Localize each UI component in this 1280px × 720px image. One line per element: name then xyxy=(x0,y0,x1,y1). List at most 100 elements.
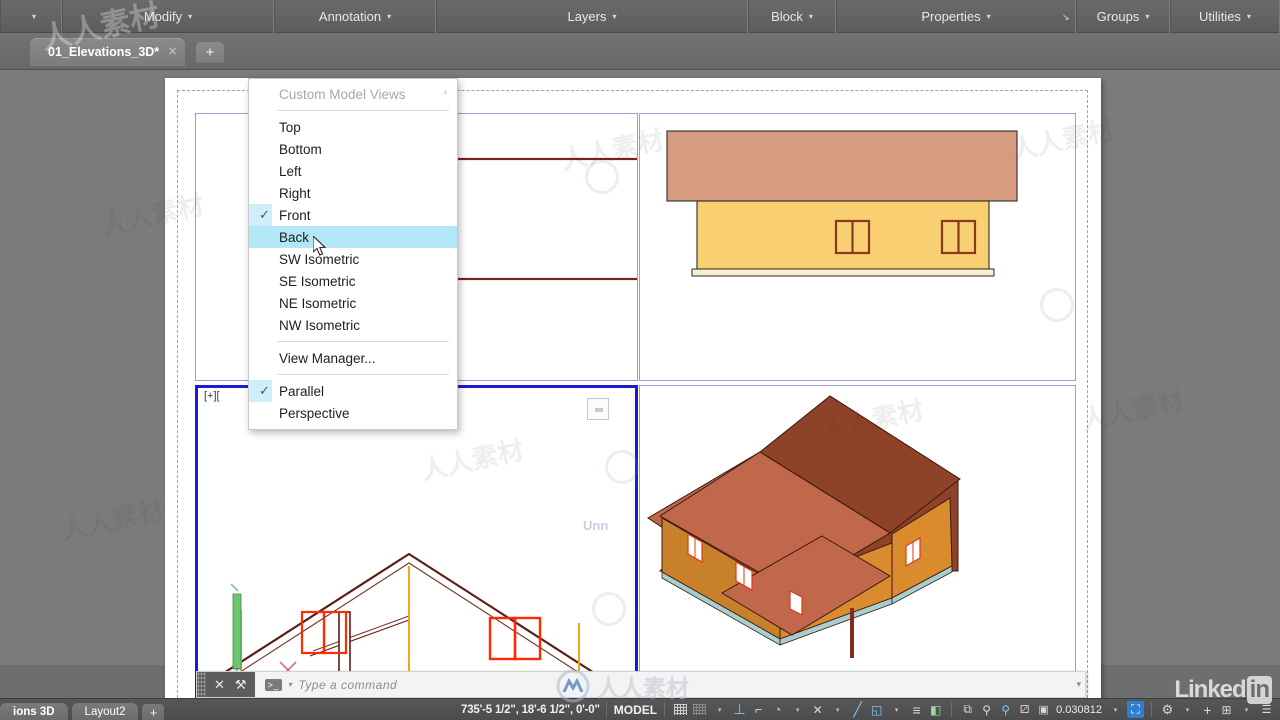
viewport-top-right-drawing xyxy=(666,130,1018,277)
viewport-bottom-left[interactable]: [+][ xyxy=(195,385,638,720)
chevron-down-icon[interactable]: ▾ xyxy=(288,680,293,689)
viewport-scale-lock-icon[interactable]: ⛶ xyxy=(1127,701,1144,718)
chevron-right-icon: › xyxy=(443,87,447,98)
viewport-bottom-right[interactable] xyxy=(639,385,1076,720)
command-line-toolbar: ✕ ⚒ xyxy=(206,672,255,697)
snap-mode-icon[interactable] xyxy=(691,701,708,718)
layout-tab-label: Layout2 xyxy=(84,705,126,718)
ribbon-panel-utilities[interactable]: Utilities ▾ xyxy=(1170,0,1280,33)
properties-panel-expand-icon[interactable]: ↘ xyxy=(1062,12,1070,23)
close-icon[interactable]: ✕ xyxy=(214,677,225,693)
wrench-icon[interactable]: ⚒ xyxy=(235,677,247,693)
command-input-placeholder[interactable]: Type a command xyxy=(298,678,397,692)
menu-item-label: SE Isometric xyxy=(279,273,356,289)
menu-item-label: Top xyxy=(279,119,301,135)
menu-item-label: NW Isometric xyxy=(279,317,360,333)
3d-osnap-caret-icon[interactable]: ▾ xyxy=(888,701,905,718)
menu-item-sw-isometric[interactable]: SW Isometric xyxy=(249,248,457,270)
divider xyxy=(1151,702,1152,717)
3d-object-snap-icon[interactable]: ◱ xyxy=(868,701,885,718)
divider xyxy=(951,702,953,717)
menu-separator xyxy=(277,341,449,342)
linkedin-badge: in xyxy=(1246,676,1272,704)
chevron-down-icon: ▾ xyxy=(808,12,813,21)
menu-item-perspective[interactable]: Perspective xyxy=(249,402,457,424)
object-snap-icon[interactable]: ╱ xyxy=(849,701,866,718)
lineweight-icon[interactable]: ≡ xyxy=(908,701,925,718)
annotation-scale-caret-icon[interactable]: ▾ xyxy=(1107,701,1124,718)
ribbon-panel-layers[interactable]: Layers ▾ xyxy=(436,0,748,33)
file-tab-01-elevations-3d[interactable]: 01_Elevations_3D* ✕ xyxy=(30,38,186,66)
ribbon-panel-label-utilities: Utilities xyxy=(1199,9,1241,24)
menu-item-custom-model-views[interactable]: Custom Model Views › xyxy=(249,83,457,105)
menu-item-back[interactable]: Back xyxy=(249,226,457,248)
coordinates-readout[interactable]: 735'-5 1/2", 18'-6 1/2", 0'-0" xyxy=(461,704,600,716)
close-icon[interactable]: ✕ xyxy=(168,45,177,58)
osnap-tracking-caret-icon[interactable]: ▾ xyxy=(829,701,846,718)
menu-item-nw-isometric[interactable]: NW Isometric xyxy=(249,314,457,336)
chevron-down-icon: ▾ xyxy=(1145,12,1150,21)
annotation-scale-value[interactable]: 0.030812 xyxy=(1054,701,1104,718)
view-controls-dropdown-menu[interactable]: Custom Model Views › Top Bottom Left Rig… xyxy=(248,78,458,430)
chevron-down-icon: ▾ xyxy=(31,12,36,21)
command-line-drag-handle[interactable] xyxy=(197,672,206,697)
viewport-top-right[interactable] xyxy=(639,113,1076,381)
add-layout-button[interactable]: + xyxy=(142,703,165,720)
linkedin-watermark: Linked in xyxy=(1174,676,1272,704)
ribbon-panel-properties[interactable]: Properties ▾ xyxy=(836,0,1076,33)
viewcube-icon[interactable] xyxy=(587,398,609,420)
ribbon-panel-label-properties: Properties xyxy=(921,9,981,24)
window-left xyxy=(834,219,871,255)
viewport-bottom-right-drawing xyxy=(647,395,961,658)
menu-separator xyxy=(277,374,449,375)
isodraft-caret-icon[interactable]: ▾ xyxy=(789,701,806,718)
mouse-cursor-icon xyxy=(313,236,327,256)
ribbon-panel-groups[interactable]: Groups ▾ xyxy=(1076,0,1170,33)
chevron-down-icon: ▾ xyxy=(387,12,392,21)
chevron-down-icon: ▾ xyxy=(986,12,991,21)
menu-item-label: Front xyxy=(279,207,311,223)
menu-item-se-isometric[interactable]: SE Isometric xyxy=(249,270,457,292)
polar-tracking-icon[interactable]: ⌐ xyxy=(750,701,767,718)
menu-item-view-manager[interactable]: View Manager... xyxy=(249,347,457,369)
menu-item-ne-isometric[interactable]: NE Isometric xyxy=(249,292,457,314)
menu-item-front[interactable]: ✓ Front xyxy=(249,204,457,226)
command-history-caret-icon[interactable]: ▾ xyxy=(1076,679,1081,690)
window-right xyxy=(940,219,977,255)
layout-tab-elevations-3d[interactable]: ions 3D xyxy=(0,702,68,720)
ribbon-panel-annotation[interactable]: Annotation ▾ xyxy=(274,0,436,33)
annotation-visibility-icon[interactable]: ⚲ xyxy=(978,701,995,718)
viewport-lock-icon[interactable]: ▣ xyxy=(1035,701,1052,718)
menu-item-left[interactable]: Left xyxy=(249,160,457,182)
ribbon-panel-bar: ▾ Modify ▾ Annotation ▾ Layers ▾ Block ▾… xyxy=(0,0,1280,33)
chevron-down-icon: ▾ xyxy=(612,12,617,21)
autocad-window: ▾ Modify ▾ Annotation ▾ Layers ▾ Block ▾… xyxy=(0,0,1280,720)
menu-item-right[interactable]: Right xyxy=(249,182,457,204)
menu-item-top[interactable]: Top xyxy=(249,116,457,138)
layout-tab-layout2[interactable]: Layout2 xyxy=(71,702,139,720)
menu-item-label: NE Isometric xyxy=(279,295,357,311)
menu-item-parallel[interactable]: ✓ Parallel xyxy=(249,380,457,402)
selection-cycling-icon[interactable]: ⧉ xyxy=(959,701,976,718)
annotation-scale-icon[interactable]: ⚂ xyxy=(1016,701,1033,718)
status-bar: ions 3D Layout2 + 735'-5 1/2", 18'-6 1/2… xyxy=(0,698,1280,720)
ortho-mode-icon[interactable]: ⊥ xyxy=(731,701,748,718)
ribbon-panel-0[interactable]: ▾ xyxy=(0,0,62,33)
command-input-area[interactable]: >_ ▾ Type a command xyxy=(255,678,398,692)
isodraft-icon[interactable]: ◔ xyxy=(769,701,786,718)
command-line[interactable]: ✕ ⚒ >_ ▾ Type a command ▾ xyxy=(196,671,1086,698)
space-toggle-button[interactable]: MODEL xyxy=(614,701,657,718)
autoscale-icon[interactable]: ⚲ xyxy=(997,701,1014,718)
grid-display-icon[interactable] xyxy=(672,701,689,718)
viewport-label-bottom-left[interactable]: [+][ xyxy=(204,390,220,402)
snap-dropdown-caret-icon[interactable]: ▾ xyxy=(711,701,728,718)
drawing-canvas[interactable]: [+][Unn xyxy=(0,70,1280,720)
new-tab-button[interactable]: + xyxy=(196,42,224,63)
menu-item-bottom[interactable]: Bottom xyxy=(249,138,457,160)
ribbon-panel-modify[interactable]: Modify ▾ xyxy=(62,0,274,33)
menu-item-label: Custom Model Views xyxy=(279,86,406,102)
ribbon-panel-block[interactable]: Block ▾ xyxy=(748,0,836,33)
object-snap-tracking-icon[interactable]: ✕ xyxy=(809,701,826,718)
ribbon-panel-label-groups: Groups xyxy=(1096,9,1140,24)
transparency-icon[interactable]: ◧ xyxy=(927,701,944,718)
